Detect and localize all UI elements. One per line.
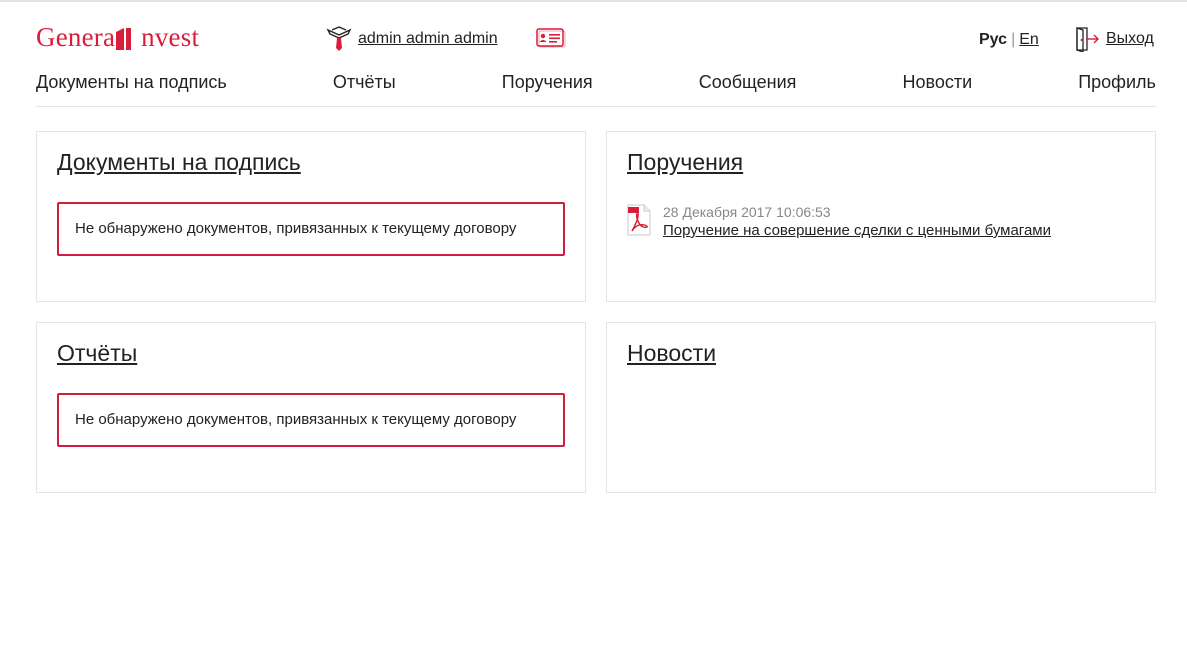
orders-panel-title[interactable]: Поручения [627,148,743,176]
order-link[interactable]: Поручение на совершение сделки с ценными… [663,220,1051,242]
reports-empty-notice: Не обнаружено документов, привязанных к … [57,393,565,447]
nav-divider [36,106,1156,107]
logout-button[interactable]: Выход [1074,26,1154,52]
top-border [0,0,1187,2]
reports-panel-title[interactable]: Отчёты [57,339,137,367]
logo-text-right: nvest [141,22,200,52]
logo-text-left: Genera [36,22,116,52]
order-text: 28 Декабря 2017 10:06:53 Поручение на со… [663,204,1051,242]
logout-label: Выход [1106,30,1154,47]
user-menu[interactable]: admin admin admin [326,26,498,52]
orders-panel: Поручения 28 Декабря 2017 10:06:53 Поруч… [606,131,1156,302]
nav-item-news[interactable]: Новости [902,70,972,94]
news-panel: Новости [606,322,1156,493]
main-nav: Документы на подпись Отчёты Поручения Со… [36,70,1156,94]
language-switcher: Рус | En [979,30,1039,50]
order-item: 28 Декабря 2017 10:06:53 Поручение на со… [627,204,1051,242]
user-tie-icon [326,26,352,51]
id-card-icon[interactable] [536,28,566,48]
lang-en[interactable]: En [1019,31,1039,48]
logout-door-icon [1076,27,1099,52]
nav-item-reports[interactable]: Отчёты [333,70,396,94]
lang-separator: | [1011,31,1016,48]
documents-panel-title[interactable]: Документы на подпись [57,148,301,176]
header: Genera nvest admin admin admin Рус|En [36,20,1156,60]
reports-panel: Отчёты Не обнаружено документов, привяза… [36,322,586,493]
order-date: 28 Декабря 2017 10:06:53 [663,204,831,220]
user-name-link[interactable]: admin admin admin [358,26,498,52]
lang-ru[interactable]: Рус [979,31,1007,48]
documents-empty-notice: Не обнаружено документов, привязанных к … [57,202,565,256]
nav-item-orders[interactable]: Поручения [502,70,593,94]
logo[interactable]: Genera nvest [36,22,199,52]
documents-panel: Документы на подпись Не обнаружено докум… [36,131,586,302]
news-panel-title[interactable]: Новости [627,339,716,367]
logo-mark-icon [116,28,132,50]
nav-item-profile[interactable]: Профиль [1078,70,1156,94]
nav-item-documents[interactable]: Документы на подпись [36,70,227,94]
pdf-icon[interactable] [627,204,651,236]
nav-item-messages[interactable]: Сообщения [699,70,797,94]
